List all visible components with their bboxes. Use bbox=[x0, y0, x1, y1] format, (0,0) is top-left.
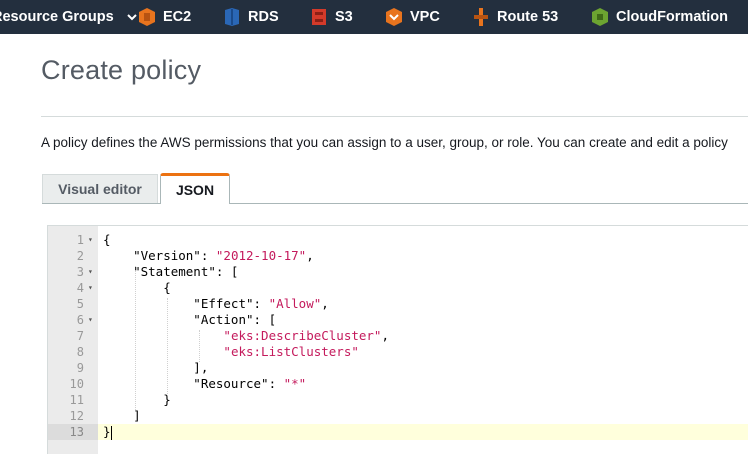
code-line[interactable]: 11 } bbox=[48, 392, 748, 408]
nav-label: VPC bbox=[410, 9, 440, 25]
code-token: "Statement": [ bbox=[103, 264, 239, 279]
nav-service-ec2[interactable]: EC2 bbox=[138, 0, 191, 34]
code-text: "Action": [ bbox=[103, 312, 276, 328]
code-line[interactable]: 8 "eks:ListClusters" bbox=[48, 344, 748, 360]
code-text: } bbox=[103, 424, 112, 440]
code-text: "Resource": "*" bbox=[103, 376, 306, 392]
code-line[interactable]: 6 ▾ "Action": [ bbox=[48, 312, 748, 328]
editor-tabs: Visual editor JSON bbox=[42, 173, 748, 204]
line-number: 3 bbox=[76, 265, 84, 279]
line-number: 4 bbox=[76, 281, 84, 295]
code-token: , bbox=[321, 296, 329, 311]
nav-label: EC2 bbox=[163, 9, 192, 25]
code-token: ] bbox=[103, 408, 141, 423]
divider bbox=[41, 116, 748, 117]
line-number: 11 bbox=[69, 393, 84, 407]
code-line[interactable]: 3 ▾ "Statement": [ bbox=[48, 264, 748, 280]
line-number: 2 bbox=[76, 249, 84, 263]
code-line[interactable]: 10 "Resource": "*" bbox=[48, 376, 748, 392]
tab-json[interactable]: JSON bbox=[160, 173, 230, 204]
nav-service-vpc[interactable]: VPC bbox=[385, 0, 440, 34]
line-number: 9 bbox=[76, 361, 84, 375]
code-token: , bbox=[381, 328, 389, 343]
code-text: "Effect": "Allow", bbox=[103, 296, 329, 312]
line-number: 8 bbox=[76, 345, 84, 359]
resource-groups-label: Resource Groups bbox=[0, 9, 114, 25]
string-token: "eks:ListClusters" bbox=[223, 344, 359, 359]
code-line[interactable]: 1 ▾ { bbox=[48, 232, 748, 248]
code-token: { bbox=[103, 280, 171, 295]
code-token: ], bbox=[103, 360, 209, 375]
chevron-down-icon bbox=[126, 14, 137, 21]
string-token: "Allow" bbox=[268, 296, 322, 311]
nav-service-cloudformation[interactable]: CloudFormation bbox=[591, 0, 728, 34]
line-number: 6 bbox=[76, 313, 84, 327]
line-number: 7 bbox=[76, 329, 84, 343]
nav-service-route53[interactable]: Route 53 bbox=[472, 0, 558, 34]
nav-label: Route 53 bbox=[497, 9, 559, 25]
code-token: { bbox=[103, 232, 111, 247]
fold-toggle-icon[interactable]: ▾ bbox=[88, 312, 96, 328]
fold-toggle-icon[interactable]: ▾ bbox=[88, 232, 96, 248]
code-text: "eks:DescribeCluster", bbox=[103, 328, 389, 344]
string-token: "*" bbox=[283, 376, 307, 391]
code-token: "Effect": bbox=[103, 296, 269, 311]
nav-service-s3[interactable]: S3 bbox=[310, 0, 353, 34]
string-token: "eks:DescribeCluster" bbox=[223, 328, 382, 343]
code-token: } bbox=[103, 392, 171, 407]
tabs-baseline bbox=[42, 203, 748, 204]
fold-toggle-icon[interactable]: ▾ bbox=[88, 280, 96, 296]
line-number: 12 bbox=[69, 409, 84, 423]
nav-label: CloudFormation bbox=[616, 9, 728, 25]
nav-label: RDS bbox=[248, 9, 279, 25]
code-text: ], bbox=[103, 360, 208, 376]
line-number: 5 bbox=[76, 297, 84, 311]
cloudformation-icon bbox=[592, 8, 608, 26]
code-line[interactable]: 5 "Effect": "Allow", bbox=[48, 296, 748, 312]
s3-icon bbox=[312, 9, 326, 25]
fold-toggle-icon[interactable]: ▾ bbox=[88, 264, 96, 280]
code-text: } bbox=[103, 392, 171, 408]
ec2-icon bbox=[139, 8, 155, 26]
tab-visual-editor[interactable]: Visual editor bbox=[42, 174, 158, 203]
line-number: 13 bbox=[48, 424, 98, 440]
line-number: 1 bbox=[76, 233, 84, 247]
nav-service-rds[interactable]: RDS bbox=[223, 0, 279, 34]
code-text: { bbox=[103, 232, 111, 248]
code-text: { bbox=[103, 280, 171, 296]
code-line[interactable]: 13} bbox=[48, 424, 748, 440]
code-line[interactable]: 7 "eks:DescribeCluster", bbox=[48, 328, 748, 344]
nav-label: S3 bbox=[335, 9, 353, 25]
code-text: "Statement": [ bbox=[103, 264, 238, 280]
code-line[interactable]: 2 "Version": "2012-10-17", bbox=[48, 248, 748, 264]
json-code-editor[interactable]: 1 ▾{2 "Version": "2012-10-17", 3 ▾ "Stateme… bbox=[47, 225, 748, 454]
route53-icon bbox=[474, 8, 488, 26]
policy-description: A policy defines the AWS permissions tha… bbox=[41, 135, 728, 150]
resource-groups-menu[interactable]: Resource Groups bbox=[0, 0, 138, 34]
code-line[interactable]: 12 ] bbox=[48, 408, 748, 424]
top-nav-bar: Resource Groups EC2 RDS S3 VPC Route 53 … bbox=[0, 0, 748, 34]
code-token: "Action": [ bbox=[103, 312, 277, 327]
code-token: "Version": bbox=[103, 248, 216, 263]
code-line[interactable]: 4 ▾ { bbox=[48, 280, 748, 296]
vpc-icon bbox=[386, 8, 402, 26]
code-token: "Resource": bbox=[103, 376, 284, 391]
code-text: ] bbox=[103, 408, 141, 424]
code-text: "eks:ListClusters" bbox=[103, 344, 359, 360]
page-title: Create policy bbox=[41, 55, 202, 85]
code-line[interactable]: 9 ], bbox=[48, 360, 748, 376]
line-number: 10 bbox=[69, 377, 84, 391]
code-token: } bbox=[103, 424, 111, 439]
code-token: , bbox=[306, 248, 314, 263]
text-cursor bbox=[110, 425, 112, 440]
string-token: "2012-10-17" bbox=[215, 248, 307, 263]
rds-icon bbox=[225, 8, 239, 26]
code-text: "Version": "2012-10-17", bbox=[103, 248, 314, 264]
